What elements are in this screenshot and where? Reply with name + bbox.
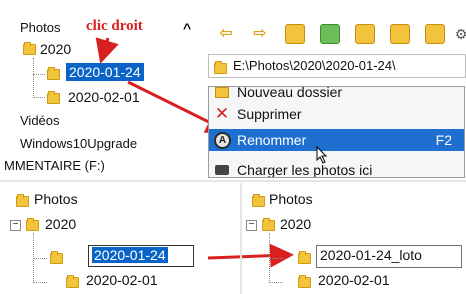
tree-item-2020-02-01[interactable]: 2020-02-01 (86, 272, 158, 288)
expand-toggle-icon[interactable]: − (10, 220, 21, 231)
bottom-left-tree: Photos − 2020 2020-01-24 2020-02-01 (0, 183, 238, 294)
tree-root-label[interactable]: Photos (269, 191, 313, 207)
renamed-folder-value: 2020-01-24_loto (320, 247, 422, 263)
address-bar[interactable]: E:\Photos\2020\2020-01-24\ (208, 54, 466, 78)
bottom-right-tree: Photos − 2020 2020-01-24_loto 2020-02-01 (242, 183, 466, 294)
tree-line (269, 258, 283, 259)
folder-icon (50, 251, 63, 264)
menu-item-load-photos[interactable]: Charger les photos ici (209, 159, 464, 177)
rename-edit-value: 2020-01-24 (92, 247, 168, 263)
panel-divider (0, 180, 466, 182)
folder-extra-icon[interactable] (425, 24, 445, 44)
renamed-folder-field[interactable]: 2020-01-24_loto (316, 245, 462, 268)
context-menu: Nouveau dossier ✕ Supprimer A Renommer F… (208, 86, 465, 178)
folder-green-icon[interactable] (355, 24, 375, 44)
folder-icon (252, 194, 265, 207)
delete-x-icon: ✕ (214, 104, 230, 123)
folder-icon (16, 194, 29, 207)
folder-icon (214, 61, 227, 74)
folder-up-icon[interactable] (285, 24, 305, 44)
folder-icon (298, 251, 311, 264)
tree-line (269, 282, 283, 283)
address-path: E:\Photos\2020\2020-01-24\ (233, 58, 396, 73)
settings-icon[interactable]: ⚙ (455, 24, 466, 44)
folder-icon (298, 275, 311, 288)
folder-icon (262, 218, 275, 231)
tree-root-label[interactable]: Photos (34, 191, 78, 207)
folder-icon (66, 275, 79, 288)
folder-icon (26, 218, 39, 231)
rename-edit-field[interactable]: 2020-01-24 (88, 245, 194, 267)
annotation-arrow-down (95, 37, 119, 64)
tree-year-label[interactable]: 2020 (45, 216, 76, 232)
tree-line (33, 282, 47, 283)
forward-arrow-icon[interactable]: ⇨ (250, 24, 270, 44)
tree-year-label[interactable]: 2020 (280, 216, 311, 232)
menu-item-new-folder[interactable]: Nouveau dossier (209, 87, 464, 103)
tree-line (33, 258, 47, 259)
image-icon[interactable] (320, 24, 340, 44)
expand-toggle-icon[interactable]: − (246, 220, 257, 231)
folder-open-icon[interactable] (390, 24, 410, 44)
new-folder-icon (214, 87, 230, 100)
menu-item-rename[interactable]: A Renommer F2 (209, 129, 464, 151)
back-arrow-icon[interactable]: ⇦ (216, 24, 236, 44)
rename-icon: A (214, 131, 231, 149)
rename-shortcut: F2 (435, 132, 452, 148)
menu-item-delete[interactable]: ✕ Supprimer (209, 103, 464, 125)
tree-item-2020-02-01[interactable]: 2020-02-01 (318, 272, 390, 288)
camera-icon (214, 162, 230, 177)
mouse-cursor-icon (316, 146, 328, 164)
